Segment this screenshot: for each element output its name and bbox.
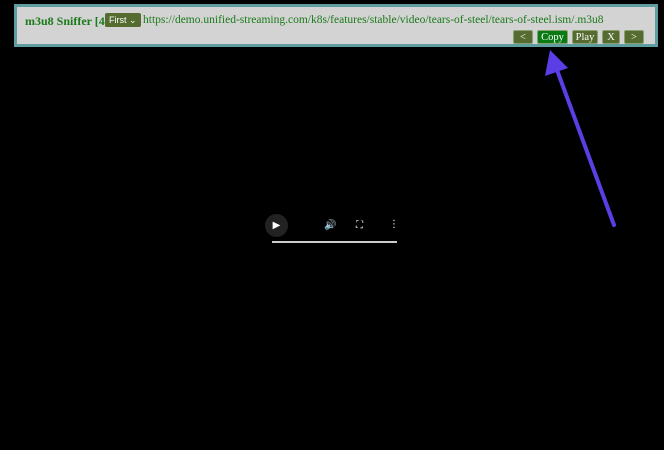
annotation-arrow-icon bbox=[545, 50, 616, 227]
